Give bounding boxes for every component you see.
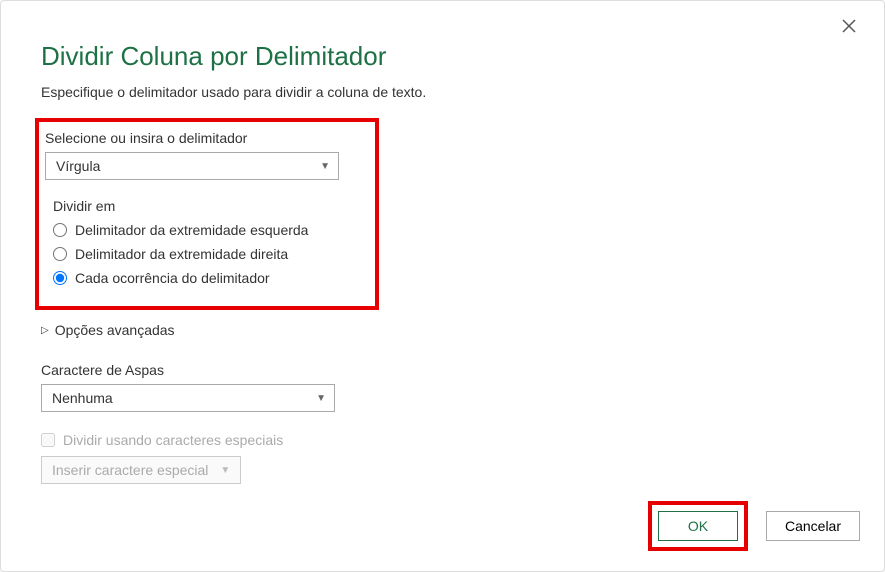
- dialog-title: Dividir Coluna por Delimitador: [41, 41, 844, 72]
- dialog-footer: OK Cancelar: [648, 501, 860, 551]
- radio-rightmost[interactable]: Delimitador da extremidade direita: [53, 246, 363, 262]
- ok-button[interactable]: OK: [658, 511, 738, 541]
- advanced-options-label: Opções avançadas: [55, 322, 175, 338]
- highlight-delimiter-section: Selecione ou insira o delimitador Vírgul…: [35, 118, 379, 310]
- special-chars-checkbox: [41, 433, 55, 447]
- insert-special-label: Inserir caractere especial: [52, 462, 208, 478]
- chevron-down-icon: ▼: [220, 465, 230, 476]
- radio-rightmost-input[interactable]: [53, 247, 67, 261]
- chevron-right-icon: ▷: [41, 325, 49, 336]
- quote-char-section: Caractere de Aspas Nenhuma ▼: [41, 362, 844, 412]
- insert-special-dropdown: Inserir caractere especial ▼: [41, 456, 241, 484]
- highlight-ok-button: OK: [648, 501, 748, 551]
- radio-each[interactable]: Cada ocorrência do delimitador: [53, 270, 363, 286]
- close-icon: [842, 19, 856, 33]
- radio-each-label: Cada ocorrência do delimitador: [75, 270, 270, 286]
- quote-char-dropdown[interactable]: Nenhuma ▼: [41, 384, 335, 412]
- special-chars-label: Dividir usando caracteres especiais: [63, 432, 283, 448]
- radio-each-input[interactable]: [53, 271, 67, 285]
- close-button[interactable]: [842, 19, 858, 35]
- chevron-down-icon: ▼: [316, 393, 326, 404]
- radio-rightmost-label: Delimitador da extremidade direita: [75, 246, 288, 262]
- cancel-button[interactable]: Cancelar: [766, 511, 860, 541]
- radio-leftmost-label: Delimitador da extremidade esquerda: [75, 222, 308, 238]
- advanced-options-expander[interactable]: ▷ Opções avançadas: [41, 322, 844, 338]
- delimiter-label: Selecione ou insira o delimitador: [45, 130, 363, 146]
- split-column-dialog: Dividir Coluna por Delimitador Especifiq…: [0, 0, 885, 572]
- split-at-section: Dividir em Delimitador da extremidade es…: [45, 198, 363, 286]
- special-chars-checkbox-row: Dividir usando caracteres especiais: [41, 432, 844, 448]
- delimiter-selected-value: Vírgula: [56, 158, 100, 174]
- delimiter-dropdown[interactable]: Vírgula ▼: [45, 152, 339, 180]
- dialog-content: Dividir Coluna por Delimitador Especifiq…: [1, 1, 884, 508]
- split-at-heading: Dividir em: [53, 198, 363, 214]
- dialog-subtitle: Especifique o delimitador usado para div…: [41, 84, 844, 100]
- quote-char-selected-value: Nenhuma: [52, 390, 113, 406]
- quote-char-label: Caractere de Aspas: [41, 362, 844, 378]
- chevron-down-icon: ▼: [320, 161, 330, 172]
- radio-leftmost[interactable]: Delimitador da extremidade esquerda: [53, 222, 363, 238]
- radio-leftmost-input[interactable]: [53, 223, 67, 237]
